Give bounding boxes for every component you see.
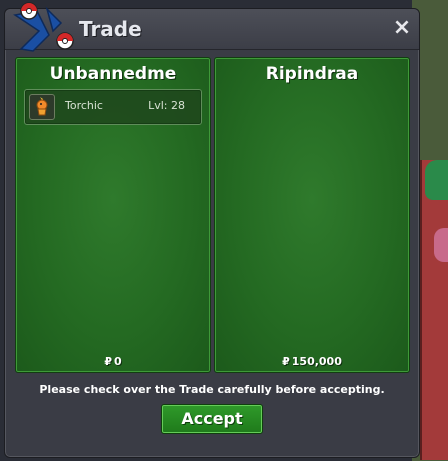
character-hair	[425, 160, 448, 200]
torchic-sprite-icon	[29, 94, 55, 120]
my-money: ₽0	[16, 355, 210, 368]
my-offer-panel: Unbannedme Torchic Lvl: 28 ₽0	[15, 57, 211, 373]
trade-window: Trade × Unbannedme Torchic Lvl: 28 ₽0 Ri…	[4, 2, 420, 458]
pokemon-name: Torchic	[65, 99, 103, 112]
partner-player-name: Ripindraa	[265, 64, 359, 84]
close-button[interactable]: ×	[391, 17, 413, 39]
title-bar[interactable]: Trade ×	[5, 2, 419, 52]
my-player-name: Unbannedme	[49, 64, 177, 84]
partner-money: ₽150,000	[215, 355, 409, 368]
trade-item-row[interactable]: Torchic Lvl: 28	[24, 89, 202, 125]
partner-offer-panel: Ripindraa ₽150,000	[214, 57, 410, 373]
trade-notice: Please check over the Trade carefully be…	[39, 383, 385, 396]
character-sprite	[420, 160, 448, 460]
my-money-value: 0	[114, 355, 122, 368]
accept-button[interactable]: Accept	[161, 404, 263, 434]
pokeball-logo-icon	[7, 1, 77, 61]
window-title: Trade	[79, 17, 142, 41]
character-detail	[434, 228, 448, 262]
pokedollar-icon: ₽	[282, 355, 290, 368]
partner-money-value: 150,000	[291, 355, 342, 368]
pokemon-level: Lvl: 28	[148, 99, 185, 112]
pokedollar-icon: ₽	[104, 355, 112, 368]
